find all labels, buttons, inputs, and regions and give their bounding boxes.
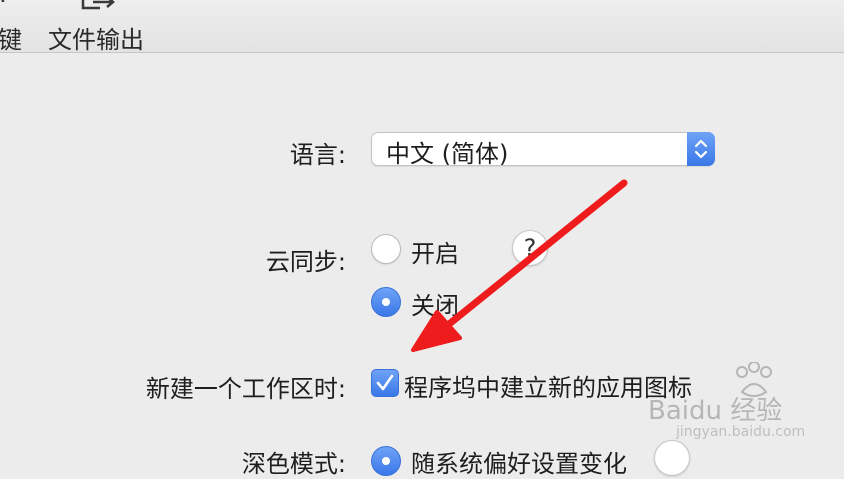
dark-mode-radio[interactable] <box>371 446 401 476</box>
toolbar-item-export[interactable]: 文件输出 <box>48 0 158 54</box>
dock-icon-checkbox[interactable] <box>371 369 399 397</box>
cloud-sync-off-label[interactable]: 关闭 <box>411 286 459 321</box>
language-label: 语言: <box>289 141 346 169</box>
checkmark-icon <box>376 374 394 391</box>
help-icon: ? <box>523 234 537 262</box>
toolbar-item-keys[interactable]: 键 <box>0 0 34 54</box>
toolbar: 键 文件输出 <box>0 0 844 54</box>
toolbar-item-label: 文件输出 <box>48 26 144 54</box>
watermark-brand: Baidu 经验 <box>648 396 783 426</box>
language-select[interactable]: 中文 (简体) <box>371 132 715 168</box>
cloud-sync-label: 云同步: <box>265 248 346 276</box>
toolbar-item-label: 键 <box>0 26 22 54</box>
cloud-sync-off-radio[interactable] <box>371 287 401 317</box>
dark-mode-help-button[interactable] <box>654 440 690 476</box>
export-icon <box>80 0 120 14</box>
dark-mode-option-label[interactable]: 随系统偏好设置变化 <box>411 444 627 479</box>
help-button[interactable]: ? <box>512 230 548 266</box>
cloud-sync-on-label[interactable]: 开启 <box>411 234 459 269</box>
watermark-url: jingyan.baidu.com <box>676 424 806 440</box>
select-stepper-icon <box>687 132 715 166</box>
new-workspace-label: 新建一个工作区时: <box>145 375 346 403</box>
dark-mode-label: 深色模式: <box>241 450 346 478</box>
cloud-sync-on-radio[interactable] <box>371 234 401 264</box>
keyboard-icon <box>0 0 8 10</box>
language-select-value: 中文 (简体) <box>386 140 509 168</box>
